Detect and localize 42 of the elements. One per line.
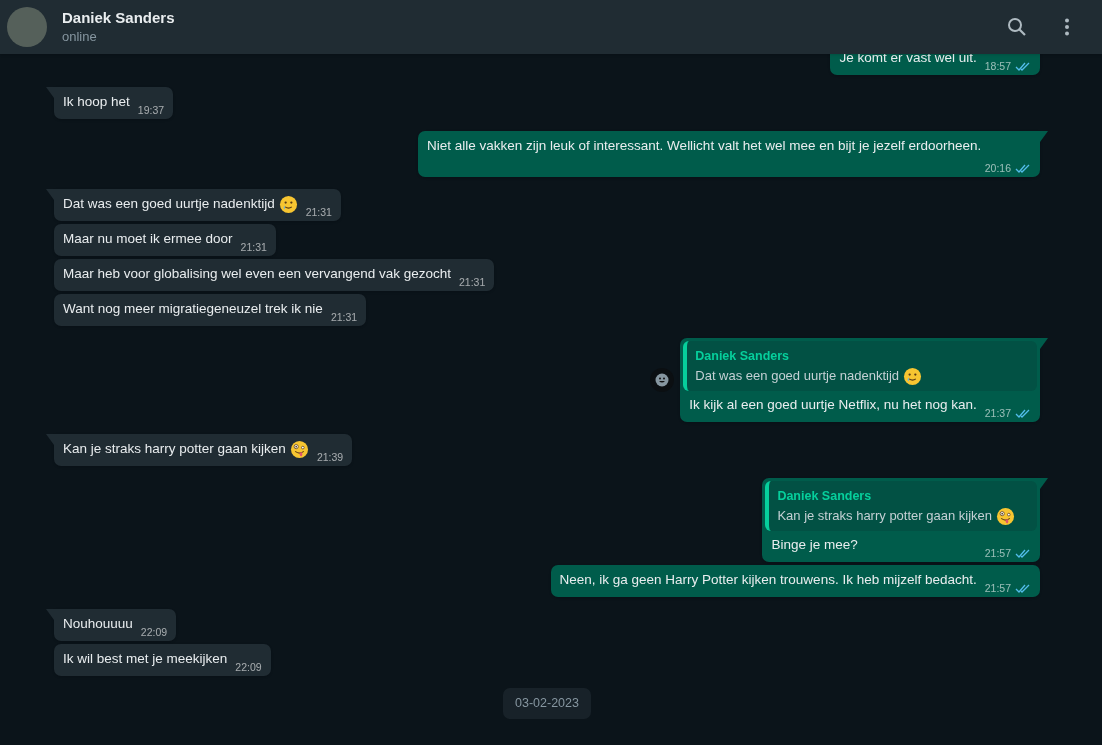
message-time: 21:31: [240, 240, 267, 254]
quoted-message[interactable]: Daniek Sanders Dat was een goed uurtje nadenktijd: [683, 341, 1037, 391]
emoji-reaction-button[interactable]: [650, 368, 675, 392]
message-text: Maar nu moet ik ermee door: [63, 230, 233, 248]
message-time: 21:31: [305, 205, 332, 219]
quoted-author: Daniek Sanders: [695, 348, 791, 365]
message-text: Want nog meer migratiegeneuzel trek ik nie: [63, 300, 323, 318]
smiling-face-with-tear-icon: [903, 366, 923, 386]
quoted-author: Daniek Sanders: [777, 488, 873, 505]
message-text: Maar heb voor globalising wel even een vervangend vak gezocht: [63, 265, 451, 283]
message-text: Dat was een goed uurtje nadenktijd: [63, 195, 275, 213]
date-chip: 03-02-2023: [503, 688, 591, 719]
quoted-text: Kan je straks harry potter gaan kijken: [777, 507, 992, 525]
message-text: Niet alle vakken zijn leuk of interessant. Wellicht valt het wel mee en bijt je jezelf erdoorheen.: [427, 137, 982, 155]
message-time: 20:16: [984, 161, 1011, 175]
message-time: 22:09: [235, 660, 262, 674]
contact-name[interactable]: Daniek Sanders: [62, 8, 175, 28]
message-time: 21:37: [984, 406, 1011, 420]
message-time: 21:31: [330, 310, 358, 324]
message-text: Neen, ik ga geen Harry Potter kijken trouwens. Ik heb mijzelf bedacht.: [559, 571, 977, 589]
message-text: Ik hoop het: [63, 93, 130, 111]
message-text: Binge je mee?: [771, 536, 858, 554]
zany-face-icon: [289, 439, 309, 459]
message-text: Ik wil best met je meekijken: [63, 650, 228, 668]
contact-status: online: [62, 28, 98, 46]
message-time: 21:57: [984, 581, 1011, 595]
quoted-text: Dat was een goed uurtje nadenktijd: [695, 367, 900, 385]
quoted-message[interactable]: Daniek Sanders Kan je straks harry potter gaan kijken: [765, 481, 1037, 531]
message-text: Nouhouuuu: [63, 615, 133, 633]
search-icon: [1007, 17, 1027, 37]
zany-face-icon: [996, 506, 1015, 526]
message-text: Kan je straks harry potter gaan kijken: [63, 440, 286, 458]
message-time: 18:57: [984, 59, 1011, 73]
smiley-icon: [655, 373, 670, 387]
menu-icon: [1065, 18, 1069, 36]
message-time: 21:57: [984, 546, 1011, 560]
message-time: 22:09: [140, 625, 168, 639]
message-time: 21:31: [459, 275, 486, 289]
message-text: Ik kijk al een goed uurtje Netflix, nu het nog kan.: [689, 396, 977, 414]
message-time: 21:39: [316, 450, 344, 464]
smiling-face-with-tear-icon: [278, 194, 298, 214]
message-time: 19:37: [137, 103, 165, 117]
